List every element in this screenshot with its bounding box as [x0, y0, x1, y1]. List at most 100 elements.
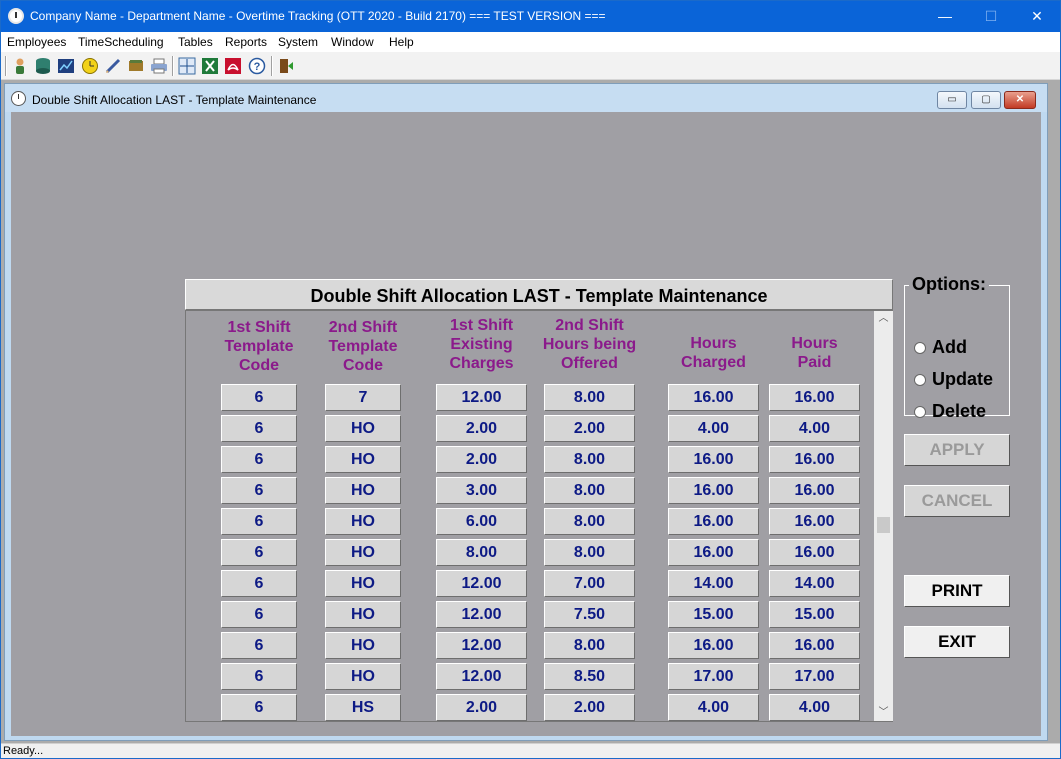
menu-reports[interactable]: Reports: [225, 35, 267, 49]
cell-hours-charged[interactable]: 16.00: [668, 384, 759, 411]
scroll-up-arrow-icon[interactable]: ︿: [874, 311, 893, 327]
pencil-icon[interactable]: [104, 57, 122, 75]
cancel-button[interactable]: CANCEL: [904, 485, 1010, 517]
menu-help[interactable]: Help: [389, 35, 414, 49]
exit-button[interactable]: EXIT: [904, 626, 1010, 658]
cell-hours-charged[interactable]: 4.00: [668, 694, 759, 721]
cell-1st-existing-charges[interactable]: 8.00: [436, 539, 527, 566]
menu-tables[interactable]: Tables: [178, 35, 213, 49]
book-icon[interactable]: [127, 57, 145, 75]
cell-hours-paid[interactable]: 16.00: [769, 539, 860, 566]
cell-1st-template-code[interactable]: 6: [221, 415, 297, 442]
cell-hours-paid[interactable]: 4.00: [769, 694, 860, 721]
help-icon[interactable]: ?: [248, 57, 266, 75]
cell-2nd-template-code[interactable]: HO: [325, 632, 401, 659]
cell-2nd-template-code[interactable]: HO: [325, 663, 401, 690]
cell-2nd-hours-offered[interactable]: 8.00: [544, 477, 635, 504]
maximize-button[interactable]: ☐: [968, 1, 1014, 32]
vertical-scrollbar[interactable]: ︿ ﹀: [874, 311, 893, 721]
cell-hours-charged[interactable]: 16.00: [668, 508, 759, 535]
radio-delete-label[interactable]: Delete: [932, 401, 986, 422]
minimize-button[interactable]: —: [922, 1, 968, 32]
cell-1st-template-code[interactable]: 6: [221, 384, 297, 411]
cell-hours-charged[interactable]: 16.00: [668, 632, 759, 659]
cell-hours-paid[interactable]: 16.00: [769, 632, 860, 659]
cell-1st-template-code[interactable]: 6: [221, 539, 297, 566]
chart-icon[interactable]: [57, 57, 75, 75]
cell-2nd-hours-offered[interactable]: 8.00: [544, 539, 635, 566]
cell-hours-charged[interactable]: 16.00: [668, 446, 759, 473]
cell-2nd-hours-offered[interactable]: 2.00: [544, 694, 635, 721]
clock-icon[interactable]: [8, 8, 24, 24]
cell-1st-existing-charges[interactable]: 2.00: [436, 694, 527, 721]
cell-2nd-hours-offered[interactable]: 8.50: [544, 663, 635, 690]
cell-2nd-hours-offered[interactable]: 8.00: [544, 632, 635, 659]
cell-1st-existing-charges[interactable]: 2.00: [436, 415, 527, 442]
cell-2nd-hours-offered[interactable]: 7.50: [544, 601, 635, 628]
cell-1st-template-code[interactable]: 6: [221, 601, 297, 628]
cell-1st-existing-charges[interactable]: 12.00: [436, 632, 527, 659]
cell-hours-paid[interactable]: 15.00: [769, 601, 860, 628]
cell-2nd-hours-offered[interactable]: 8.00: [544, 384, 635, 411]
radio-update-label[interactable]: Update: [932, 369, 993, 390]
menu-window[interactable]: Window: [331, 35, 374, 49]
cell-2nd-template-code[interactable]: HS: [325, 694, 401, 721]
cell-1st-existing-charges[interactable]: 2.00: [436, 446, 527, 473]
cell-2nd-hours-offered[interactable]: 8.00: [544, 508, 635, 535]
child-close-button[interactable]: ✕: [1004, 91, 1036, 109]
cell-hours-paid[interactable]: 14.00: [769, 570, 860, 597]
cell-hours-paid[interactable]: 17.00: [769, 663, 860, 690]
cell-2nd-hours-offered[interactable]: 2.00: [544, 415, 635, 442]
cell-2nd-template-code[interactable]: HO: [325, 477, 401, 504]
cell-1st-template-code[interactable]: 6: [221, 663, 297, 690]
cell-1st-existing-charges[interactable]: 12.00: [436, 570, 527, 597]
cell-1st-existing-charges[interactable]: 12.00: [436, 384, 527, 411]
cell-2nd-template-code[interactable]: 7: [325, 384, 401, 411]
cell-2nd-hours-offered[interactable]: 8.00: [544, 446, 635, 473]
printer-icon[interactable]: [150, 57, 168, 75]
acrobat-icon[interactable]: [224, 57, 242, 75]
cell-hours-charged[interactable]: 15.00: [668, 601, 759, 628]
cell-hours-charged[interactable]: 14.00: [668, 570, 759, 597]
clock-icon[interactable]: [81, 57, 99, 75]
cell-1st-template-code[interactable]: 6: [221, 508, 297, 535]
cell-1st-template-code[interactable]: 6: [221, 477, 297, 504]
menu-system[interactable]: System: [278, 35, 318, 49]
cell-hours-paid[interactable]: 16.00: [769, 384, 860, 411]
child-title-bar[interactable]: Double Shift Allocation LAST - Template …: [5, 84, 1047, 112]
child-minimize-button[interactable]: ▭: [937, 91, 967, 109]
cell-1st-template-code[interactable]: 6: [221, 694, 297, 721]
database-icon[interactable]: [34, 57, 52, 75]
close-button[interactable]: ✕: [1014, 1, 1060, 32]
apply-button[interactable]: APPLY: [904, 434, 1010, 466]
cell-1st-template-code[interactable]: 6: [221, 570, 297, 597]
cell-hours-charged[interactable]: 4.00: [668, 415, 759, 442]
crosshair-icon[interactable]: [178, 57, 196, 75]
cell-2nd-template-code[interactable]: HO: [325, 539, 401, 566]
person-icon[interactable]: [11, 57, 29, 75]
title-bar[interactable]: Company Name - Department Name - Overtim…: [1, 1, 1060, 32]
cell-1st-existing-charges[interactable]: 12.00: [436, 663, 527, 690]
cell-1st-existing-charges[interactable]: 3.00: [436, 477, 527, 504]
cell-2nd-template-code[interactable]: HO: [325, 601, 401, 628]
cell-2nd-template-code[interactable]: HO: [325, 508, 401, 535]
cell-hours-charged[interactable]: 16.00: [668, 477, 759, 504]
cell-2nd-template-code[interactable]: HO: [325, 415, 401, 442]
exit-door-icon[interactable]: [277, 57, 295, 75]
excel-icon[interactable]: [201, 57, 219, 75]
print-button[interactable]: PRINT: [904, 575, 1010, 607]
cell-hours-charged[interactable]: 16.00: [668, 539, 759, 566]
cell-hours-paid[interactable]: 16.00: [769, 477, 860, 504]
cell-1st-existing-charges[interactable]: 6.00: [436, 508, 527, 535]
cell-1st-template-code[interactable]: 6: [221, 632, 297, 659]
cell-hours-paid[interactable]: 16.00: [769, 446, 860, 473]
cell-2nd-hours-offered[interactable]: 7.00: [544, 570, 635, 597]
scroll-down-arrow-icon[interactable]: ﹀: [874, 705, 893, 721]
cell-1st-existing-charges[interactable]: 12.00: [436, 601, 527, 628]
cell-hours-charged[interactable]: 17.00: [668, 663, 759, 690]
radio-delete[interactable]: [914, 406, 926, 418]
menu-timescheduling[interactable]: TimeScheduling: [78, 35, 164, 49]
menu-employees[interactable]: Employees: [7, 35, 66, 49]
radio-add-label[interactable]: Add: [932, 337, 967, 358]
child-restore-button[interactable]: ▢: [971, 91, 1001, 109]
